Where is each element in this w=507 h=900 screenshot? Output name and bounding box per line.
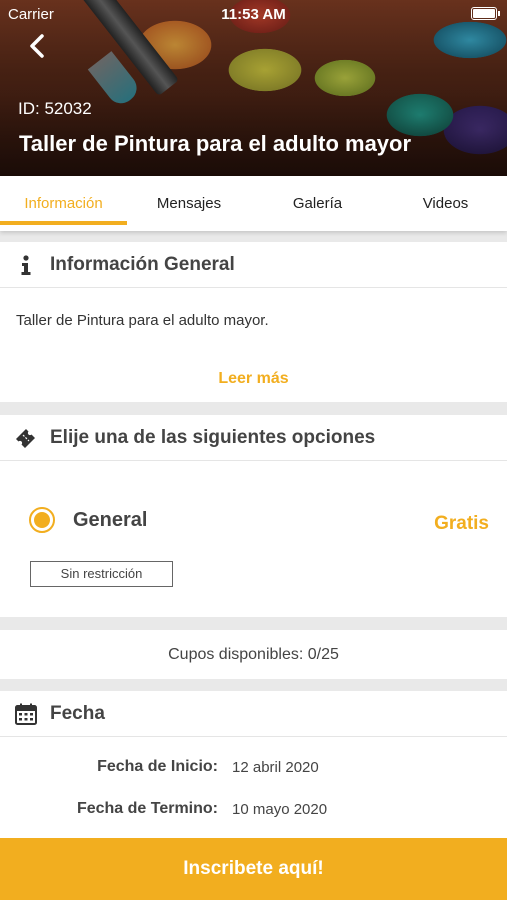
event-description: Taller de Pintura para el adulto mayor. <box>16 312 269 329</box>
back-button[interactable] <box>22 30 54 62</box>
battery-icon <box>471 7 500 20</box>
read-more-link[interactable]: Leer más <box>0 370 507 388</box>
options-section: Elije una de las siguientes opciones Gen… <box>0 415 507 617</box>
section-title: Información General <box>50 254 235 275</box>
dates-section-header: Fecha <box>0 691 507 737</box>
chevron-left-icon <box>30 34 44 58</box>
event-id: ID: 52032 <box>18 99 92 118</box>
tab-videos[interactable]: Videos <box>384 176 507 231</box>
status-bar: Carrier 11:53 AM <box>0 0 507 28</box>
calendar-icon <box>15 703 37 725</box>
tab-mensajes[interactable]: Mensajes <box>127 176 251 231</box>
ticket-icon <box>16 429 35 448</box>
tab-galeria[interactable]: Galería <box>251 176 384 231</box>
section-title: Elije una de las siguientes opciones <box>50 427 376 448</box>
available-slots: Cupos disponibles: 0/25 <box>168 646 339 663</box>
active-tab-indicator <box>0 221 127 225</box>
option-name: General <box>73 509 148 531</box>
dates-section: Fecha Fecha de Inicio: 12 abril 2020 Fec… <box>0 691 507 838</box>
section-title: Fecha <box>50 703 105 724</box>
options-section-header: Elije una de las siguientes opciones <box>0 415 507 461</box>
info-section-header: Información General <box>0 242 507 288</box>
start-date-label: Fecha de Inicio: <box>97 758 218 775</box>
register-button[interactable]: Inscribete aquí! <box>0 838 507 900</box>
info-icon <box>21 255 31 275</box>
event-title: Taller de Pintura para el adulto mayor <box>19 131 412 156</box>
info-section: Información General Taller de Pintura pa… <box>0 242 507 402</box>
option-price: Gratis <box>434 513 489 534</box>
clock: 11:53 AM <box>221 6 286 23</box>
end-date-label: Fecha de Termino: <box>76 800 218 817</box>
restriction-badge: Sin restricción <box>30 561 173 587</box>
option-radio-general[interactable] <box>29 507 55 533</box>
end-date-value: 10 mayo 2020 <box>232 801 328 818</box>
start-date-value: 12 abril 2020 <box>232 759 319 776</box>
availability-section: Cupos disponibles: 0/25 <box>0 630 507 679</box>
